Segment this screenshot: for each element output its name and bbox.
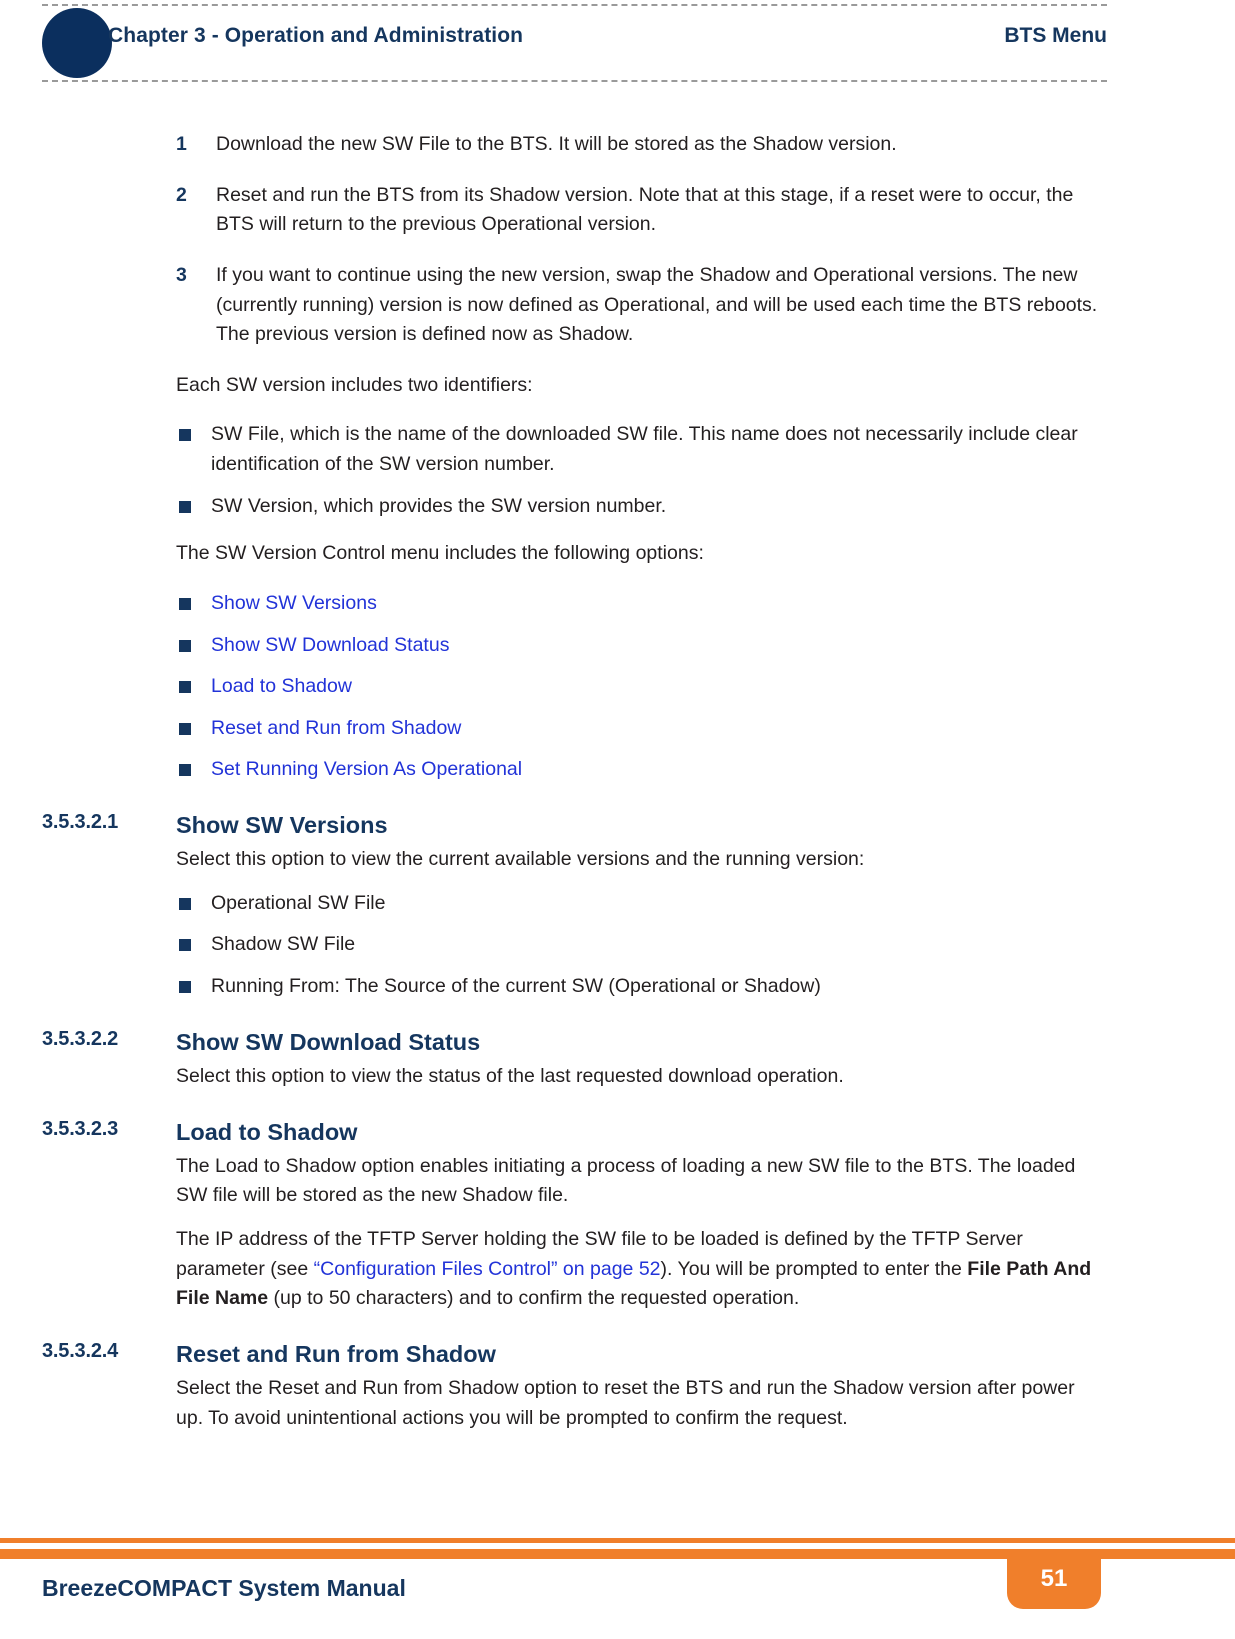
section-paragraph-two: The IP address of the TFTP Server holdin… <box>176 1225 1105 1314</box>
menu-options-link-list: Show SW Versions Show SW Download Status… <box>0 589 1235 785</box>
page-footer: BreezeCOMPACT System Manual 51 <box>0 1519 1235 1639</box>
section-title: Show SW Download Status <box>176 1028 481 1055</box>
section-paragraph-one: The Load to Shadow option enables initia… <box>176 1154 1076 1207</box>
list-item: 3 If you want to continue using the new … <box>176 261 1105 350</box>
list-item: SW Version, which provides the SW versio… <box>176 492 1105 522</box>
header-chapter-title: Chapter 3 - Operation and Administration <box>108 24 524 47</box>
step-text: Download the new SW File to the BTS. It … <box>216 133 897 155</box>
section-title: Reset and Run from Shadow <box>176 1340 496 1367</box>
link-show-sw-versions[interactable]: Show SW Versions <box>211 592 377 614</box>
paragraph-text-after-link: ). You will be prompted to enter the <box>660 1257 968 1280</box>
step-number: 2 <box>176 183 187 206</box>
section-reset-and-run-from-shadow: 3.5.3.2.4 Reset and Run from Shadow Sele… <box>0 1340 1235 1433</box>
step-text: Reset and run the BTS from its Shadow ve… <box>216 183 1074 236</box>
section-number: 3.5.3.2.2 <box>42 1027 119 1050</box>
list-item[interactable]: Show SW Download Status <box>176 631 1105 661</box>
numbered-steps-list: 1 Download the new SW File to the BTS. I… <box>0 130 1235 350</box>
list-item: Operational SW File <box>176 889 1105 919</box>
page-number-tab: 51 <box>1007 1549 1101 1609</box>
list-item: 2 Reset and run the BTS from its Shadow … <box>176 181 1105 240</box>
section-title: Show SW Versions <box>176 812 388 838</box>
link-load-to-shadow[interactable]: Load to Shadow <box>211 675 352 697</box>
options-intro-paragraph: The SW Version Control menu includes the… <box>176 542 704 565</box>
link-configuration-files-control[interactable]: “Configuration Files Control” on page 52 <box>314 1258 661 1280</box>
list-item[interactable]: Set Running Version As Operational <box>176 755 1105 785</box>
link-show-sw-download-status[interactable]: Show SW Download Status <box>211 634 449 656</box>
list-item[interactable]: Load to Shadow <box>176 672 1105 702</box>
section-show-sw-download-status: 3.5.3.2.2 Show SW Download Status Select… <box>0 1028 1235 1092</box>
header-bottom-dashed-rule <box>42 80 1107 82</box>
page-number: 51 <box>1040 1565 1068 1592</box>
list-item: Shadow SW File <box>176 930 1105 960</box>
header-topic-title: BTS Menu <box>1004 24 1107 47</box>
list-item: 1 Download the new SW File to the BTS. I… <box>176 130 1105 160</box>
step-number: 1 <box>176 133 187 155</box>
page-content: 1 Download the new SW File to the BTS. I… <box>0 130 1235 1447</box>
section-show-sw-versions: 3.5.3.2.1 Show SW Versions Select this o… <box>0 811 1235 1002</box>
identifiers-bullet-list: SW File, which is the name of the downlo… <box>0 420 1235 521</box>
list-item[interactable]: Show SW Versions <box>176 589 1105 619</box>
identifiers-intro-paragraph: Each SW version includes two identifiers… <box>176 373 533 396</box>
section-number: 3.5.3.2.1 <box>42 811 119 833</box>
list-item: Running From: The Source of the current … <box>176 972 1105 1002</box>
section-number: 3.5.3.2.3 <box>42 1117 119 1140</box>
section-intro-paragraph: Select this option to view the status of… <box>176 1064 844 1087</box>
section-number: 3.5.3.2.4 <box>42 1339 119 1362</box>
chapter-circle-icon <box>42 8 112 78</box>
section-intro-paragraph: Select this option to view the current a… <box>176 848 865 871</box>
footer-manual-title: BreezeCOMPACT System Manual <box>42 1575 406 1601</box>
section-load-to-shadow: 3.5.3.2.3 Load to Shadow The Load to Sha… <box>0 1118 1235 1314</box>
section-title: Load to Shadow <box>176 1118 358 1145</box>
section-bullet-list: Operational SW File Shadow SW File Runni… <box>0 889 1235 1002</box>
footer-thin-orange-bar <box>0 1538 1235 1543</box>
link-reset-and-run-from-shadow[interactable]: Reset and Run from Shadow <box>211 717 461 739</box>
step-text: If you want to continue using the new ve… <box>216 263 1098 346</box>
step-number: 3 <box>176 263 187 286</box>
list-item[interactable]: Reset and Run from Shadow <box>176 714 1105 744</box>
header-top-dashed-rule <box>42 4 1107 6</box>
paragraph-text-tail: (up to 50 characters) and to confirm the… <box>268 1287 800 1310</box>
section-intro-paragraph: Select the Reset and Run from Shadow opt… <box>176 1377 1075 1429</box>
page-header: Chapter 3 - Operation and Administration… <box>0 0 1235 90</box>
list-item: SW File, which is the name of the downlo… <box>176 420 1105 479</box>
link-set-running-version-as-operational[interactable]: Set Running Version As Operational <box>211 758 522 780</box>
